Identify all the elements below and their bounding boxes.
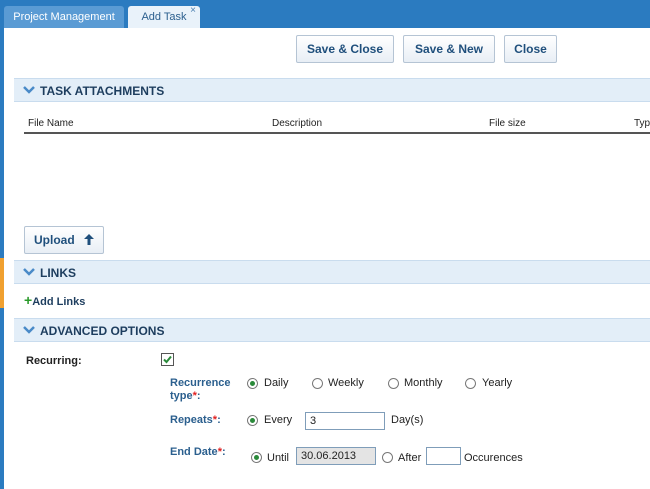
- chevron-down-icon: [23, 268, 35, 276]
- section-title-advanced: ADVANCED OPTIONS: [40, 324, 165, 338]
- radio-end-until[interactable]: [251, 452, 262, 463]
- after-count-input[interactable]: [426, 447, 461, 465]
- radio-daily[interactable]: [247, 378, 258, 389]
- radio-weekly-label: Weekly: [328, 377, 364, 389]
- table-header-divider: [24, 132, 650, 134]
- radio-yearly[interactable]: [465, 378, 476, 389]
- repeats-label-text: Repeats: [170, 414, 213, 426]
- radio-monthly[interactable]: [388, 378, 399, 389]
- repeats-unit-label: Day(s): [391, 414, 424, 426]
- panel-collapse-handle[interactable]: [0, 258, 4, 308]
- recurrence-label-line2: type*:: [170, 390, 231, 403]
- tab-bar: Project Management Add Task ×: [0, 0, 650, 28]
- arrow-up-icon: [84, 234, 94, 245]
- occurrences-label: Occurences: [464, 452, 523, 464]
- upload-button[interactable]: Upload: [24, 226, 104, 254]
- upload-label: Upload: [33, 233, 75, 247]
- tab-add-task[interactable]: Add Task ×: [128, 5, 200, 28]
- tab-add-task-label: Add Task: [141, 11, 187, 23]
- end-date-label: End Date*:: [170, 446, 226, 458]
- label-colon: :: [196, 390, 201, 402]
- close-button[interactable]: Close: [504, 35, 557, 63]
- section-title-links: LINKS: [40, 266, 76, 280]
- recurrence-label-line1: Recurrence: [170, 377, 231, 389]
- end-date-label-text: End Date: [170, 446, 218, 458]
- plus-icon: +: [24, 292, 33, 308]
- section-links[interactable]: LINKS: [14, 260, 650, 284]
- section-title-attachments: TASK ATTACHMENTS: [40, 84, 165, 98]
- section-task-attachments[interactable]: TASK ATTACHMENTS: [14, 78, 650, 102]
- save-close-button[interactable]: Save & Close: [296, 35, 394, 63]
- repeats-label: Repeats*:: [170, 414, 221, 426]
- until-date-input[interactable]: 30.06.2013: [296, 447, 376, 465]
- column-header-file-size[interactable]: File size: [489, 118, 526, 129]
- column-header-description[interactable]: Description: [272, 118, 322, 129]
- label-colon: :: [217, 414, 221, 426]
- radio-monthly-label: Monthly: [404, 377, 443, 389]
- section-advanced-options[interactable]: ADVANCED OPTIONS: [14, 318, 650, 342]
- checkmark-icon: [163, 355, 172, 364]
- add-links-link[interactable]: +Add Links: [24, 292, 86, 308]
- after-label: After: [398, 452, 422, 464]
- repeats-every-label: Every: [264, 414, 293, 426]
- column-header-file-name[interactable]: File Name: [28, 118, 74, 129]
- label-colon: :: [221, 446, 226, 458]
- close-tab-icon[interactable]: ×: [190, 0, 196, 22]
- recurring-checkbox[interactable]: [161, 353, 174, 366]
- radio-weekly[interactable]: [312, 378, 323, 389]
- until-label: Until: [267, 452, 290, 464]
- radio-daily-label: Daily: [264, 377, 289, 389]
- recurrence-label-word: type: [170, 390, 193, 402]
- recurring-label: Recurring:: [26, 355, 82, 367]
- chevron-down-icon: [23, 86, 35, 94]
- recurrence-type-label: Recurrence type*:: [170, 377, 231, 403]
- save-new-button[interactable]: Save & New: [403, 35, 495, 63]
- tab-project-management[interactable]: Project Management: [4, 6, 124, 28]
- left-panel-edge: [0, 28, 4, 489]
- repeats-interval-input[interactable]: 3: [305, 412, 385, 430]
- chevron-down-icon: [23, 326, 35, 334]
- radio-repeats-every[interactable]: [247, 415, 258, 426]
- radio-end-after[interactable]: [382, 452, 393, 463]
- radio-yearly-label: Yearly: [482, 377, 513, 389]
- column-header-type[interactable]: Typ: [634, 118, 650, 129]
- add-links-label: Add Links: [32, 296, 86, 308]
